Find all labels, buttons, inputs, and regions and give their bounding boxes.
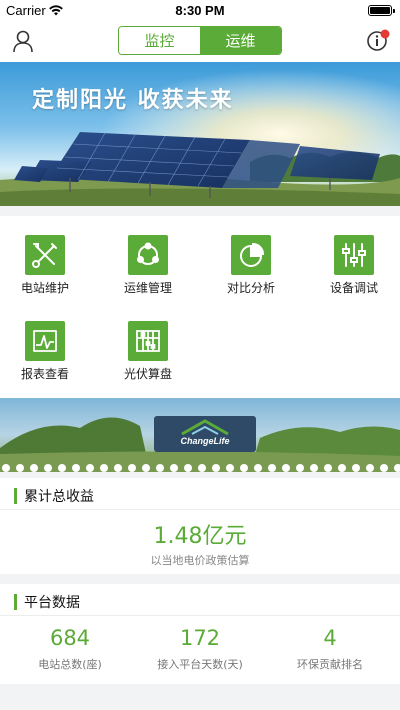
changelife-logo: ChangeLife <box>154 416 256 452</box>
tool-label: 对比分析 <box>226 281 275 295</box>
earnings-card: 累计总收益 1.48亿元 以当地电价政策估算 <box>0 478 400 574</box>
stat-value: 172 <box>179 626 221 650</box>
earnings-note: 以当地电价政策估算 <box>150 554 250 567</box>
sliders-icon <box>334 235 374 275</box>
tools-icon <box>25 235 65 275</box>
stat-caption: 电站总数(座) <box>38 658 102 671</box>
stat-caption: 接入平台天数(天) <box>157 658 243 671</box>
stat-eco-ranking: 4 环保贡献排名 <box>265 626 395 672</box>
tool-report-view[interactable]: 报表查看 <box>0 302 100 382</box>
info-icon[interactable] <box>364 26 394 56</box>
stat-value: 684 <box>49 626 91 650</box>
card-header: 累计总收益 <box>0 478 400 510</box>
tool-label: 运维管理 <box>123 281 172 295</box>
logo-text: ChangeLife <box>180 436 230 446</box>
abacus-icon <box>128 321 168 361</box>
tool-label: 光伏算盘 <box>123 367 172 381</box>
app-screen: Carrier 8:30 PM 监控 运维 定制阳光 收获未来 电站维护 运维管… <box>0 0 400 710</box>
stat-days-connected: 172 接入平台天数(天) <box>135 626 265 672</box>
earnings-title: 累计总收益 <box>24 489 94 505</box>
user-icon[interactable] <box>10 28 36 54</box>
earnings-value: 1.48亿元 <box>153 524 247 549</box>
tool-device-debug[interactable]: 设备调试 <box>309 216 400 296</box>
accent-bar <box>14 594 17 610</box>
banner-slogan: 定制阳光 收获未来 <box>32 87 234 113</box>
tool-operation-management[interactable]: 运维管理 <box>103 216 203 296</box>
tool-label: 报表查看 <box>20 367 69 381</box>
line-chart-icon <box>25 321 65 361</box>
house-roof-icon <box>181 419 229 436</box>
card-header: 平台数据 <box>0 584 400 616</box>
tools-grid: 电站维护 运维管理 对比分析 设备调试 报表查看 光伏算盘 <box>0 216 400 398</box>
tool-station-maintenance[interactable]: 电站维护 <box>0 216 100 296</box>
tool-comparison-analysis[interactable]: 对比分析 <box>206 216 306 296</box>
stat-station-count: 684 电站总数(座) <box>5 626 135 672</box>
battery-icon <box>368 5 395 16</box>
clock: 8:30 PM <box>175 3 225 18</box>
stat-value: 4 <box>323 626 337 650</box>
accent-bar <box>14 488 17 504</box>
cycle-icon <box>128 235 168 275</box>
platform-data-card: 平台数据 684 电站总数(座) 172 接入平台天数(天) 4 环保贡献排名 <box>0 584 400 684</box>
tab-operation[interactable]: 运维 <box>200 27 281 54</box>
tool-label: 电站维护 <box>20 281 69 295</box>
pie-chart-icon <box>231 235 271 275</box>
mode-segmented-control: 监控 运维 <box>118 26 282 55</box>
tool-pv-abacus[interactable]: 光伏算盘 <box>103 302 203 382</box>
solar-banner-image[interactable]: 定制阳光 收获未来 <box>0 62 400 206</box>
stat-caption: 环保贡献排名 <box>297 658 363 671</box>
status-bar: Carrier 8:30 PM <box>0 0 400 22</box>
changelife-banner[interactable]: ChangeLife <box>0 398 400 472</box>
platform-title: 平台数据 <box>24 595 80 611</box>
tool-label: 设备调试 <box>329 281 378 295</box>
notification-dot <box>380 29 390 39</box>
nav-bar: 监控 运维 <box>0 22 400 62</box>
tab-monitor[interactable]: 监控 <box>119 27 200 54</box>
